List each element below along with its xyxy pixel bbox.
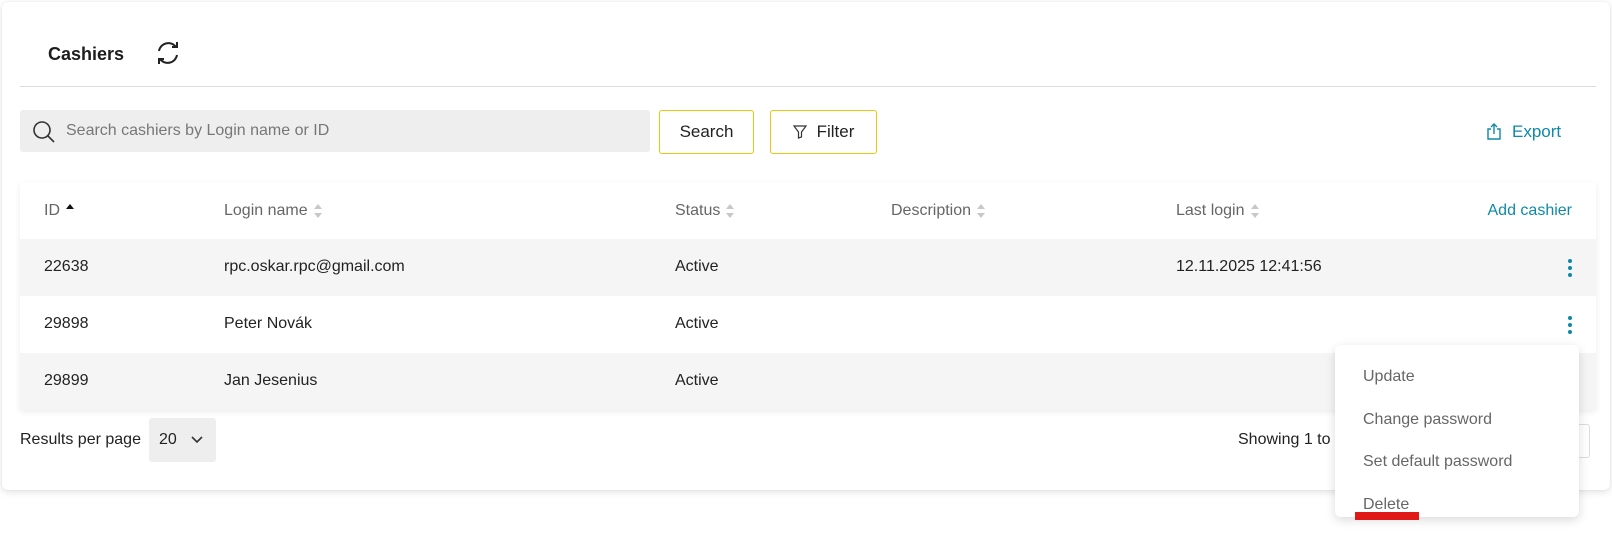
pagination-summary: Showing 1 to (1238, 431, 1331, 448)
cell-login-name: rpc.oskar.rpc@gmail.com (224, 258, 405, 275)
row-actions-menu: Update Change password Set default passw… (1335, 345, 1579, 517)
search-box (20, 110, 650, 152)
menu-item-change-password[interactable]: Change password (1363, 411, 1492, 429)
column-label: Last login (1176, 202, 1245, 219)
filter-icon (792, 125, 807, 139)
column-header-status[interactable]: Status (675, 202, 735, 220)
export-label: Export (1512, 122, 1562, 141)
cell-id: 22638 (44, 258, 89, 275)
column-header-id[interactable]: ID (44, 202, 74, 220)
cell-status: Active (675, 372, 719, 389)
menu-item-set-default-password[interactable]: Set default password (1363, 453, 1512, 471)
sort-icon (313, 204, 322, 218)
results-per-page-label: Results per page (20, 431, 141, 448)
add-cashier-button[interactable]: Add cashier (1488, 202, 1573, 220)
search-button-label: Search (679, 122, 734, 141)
column-label: ID (44, 202, 60, 219)
filter-button[interactable]: Filter (770, 110, 877, 154)
column-label: Login name (224, 202, 308, 219)
filter-button-label: Filter (816, 122, 855, 141)
sort-icon (977, 204, 986, 218)
export-button[interactable]: Export (1486, 120, 1561, 144)
search-button[interactable]: Search (659, 110, 754, 154)
column-label: Status (675, 202, 721, 219)
row-actions-kebab-icon[interactable] (1560, 313, 1580, 337)
sort-ascending-icon (66, 204, 74, 218)
delete-highlight-marker (1355, 512, 1419, 520)
results-per-page-value: 20 (159, 431, 177, 448)
cell-last-login: 12.11.2025 12:41:56 (1176, 258, 1322, 275)
cell-status: Active (675, 315, 719, 332)
column-header-login-name[interactable]: Login name (224, 202, 322, 220)
row-actions-kebab-icon[interactable] (1560, 256, 1580, 280)
cell-status: Active (675, 258, 719, 275)
export-icon (1487, 123, 1501, 140)
column-header-description[interactable]: Description (891, 202, 986, 220)
results-per-page-select[interactable]: 20 (149, 418, 216, 462)
refresh-icon[interactable] (153, 38, 183, 68)
title-bar: Cashiers (20, 0, 1596, 87)
page-title: Cashiers (48, 44, 125, 64)
table-header: ID Login name Status Description Last lo… (20, 182, 1596, 238)
cell-login-name: Peter Novák (224, 315, 313, 332)
cell-login-name: Jan Jesenius (224, 372, 318, 389)
chevron-down-icon (191, 436, 203, 444)
column-header-last-login[interactable]: Last login (1176, 202, 1259, 220)
cell-id: 29899 (44, 372, 89, 389)
sort-icon (1250, 204, 1259, 218)
sort-icon (726, 204, 735, 218)
cell-id: 29898 (44, 315, 89, 332)
search-input[interactable] (66, 110, 636, 152)
search-icon (33, 121, 55, 143)
table-row: 22638 rpc.oskar.rpc@gmail.com Active 12.… (20, 239, 1596, 296)
menu-item-update[interactable]: Update (1363, 368, 1415, 386)
column-label: Description (891, 202, 972, 219)
